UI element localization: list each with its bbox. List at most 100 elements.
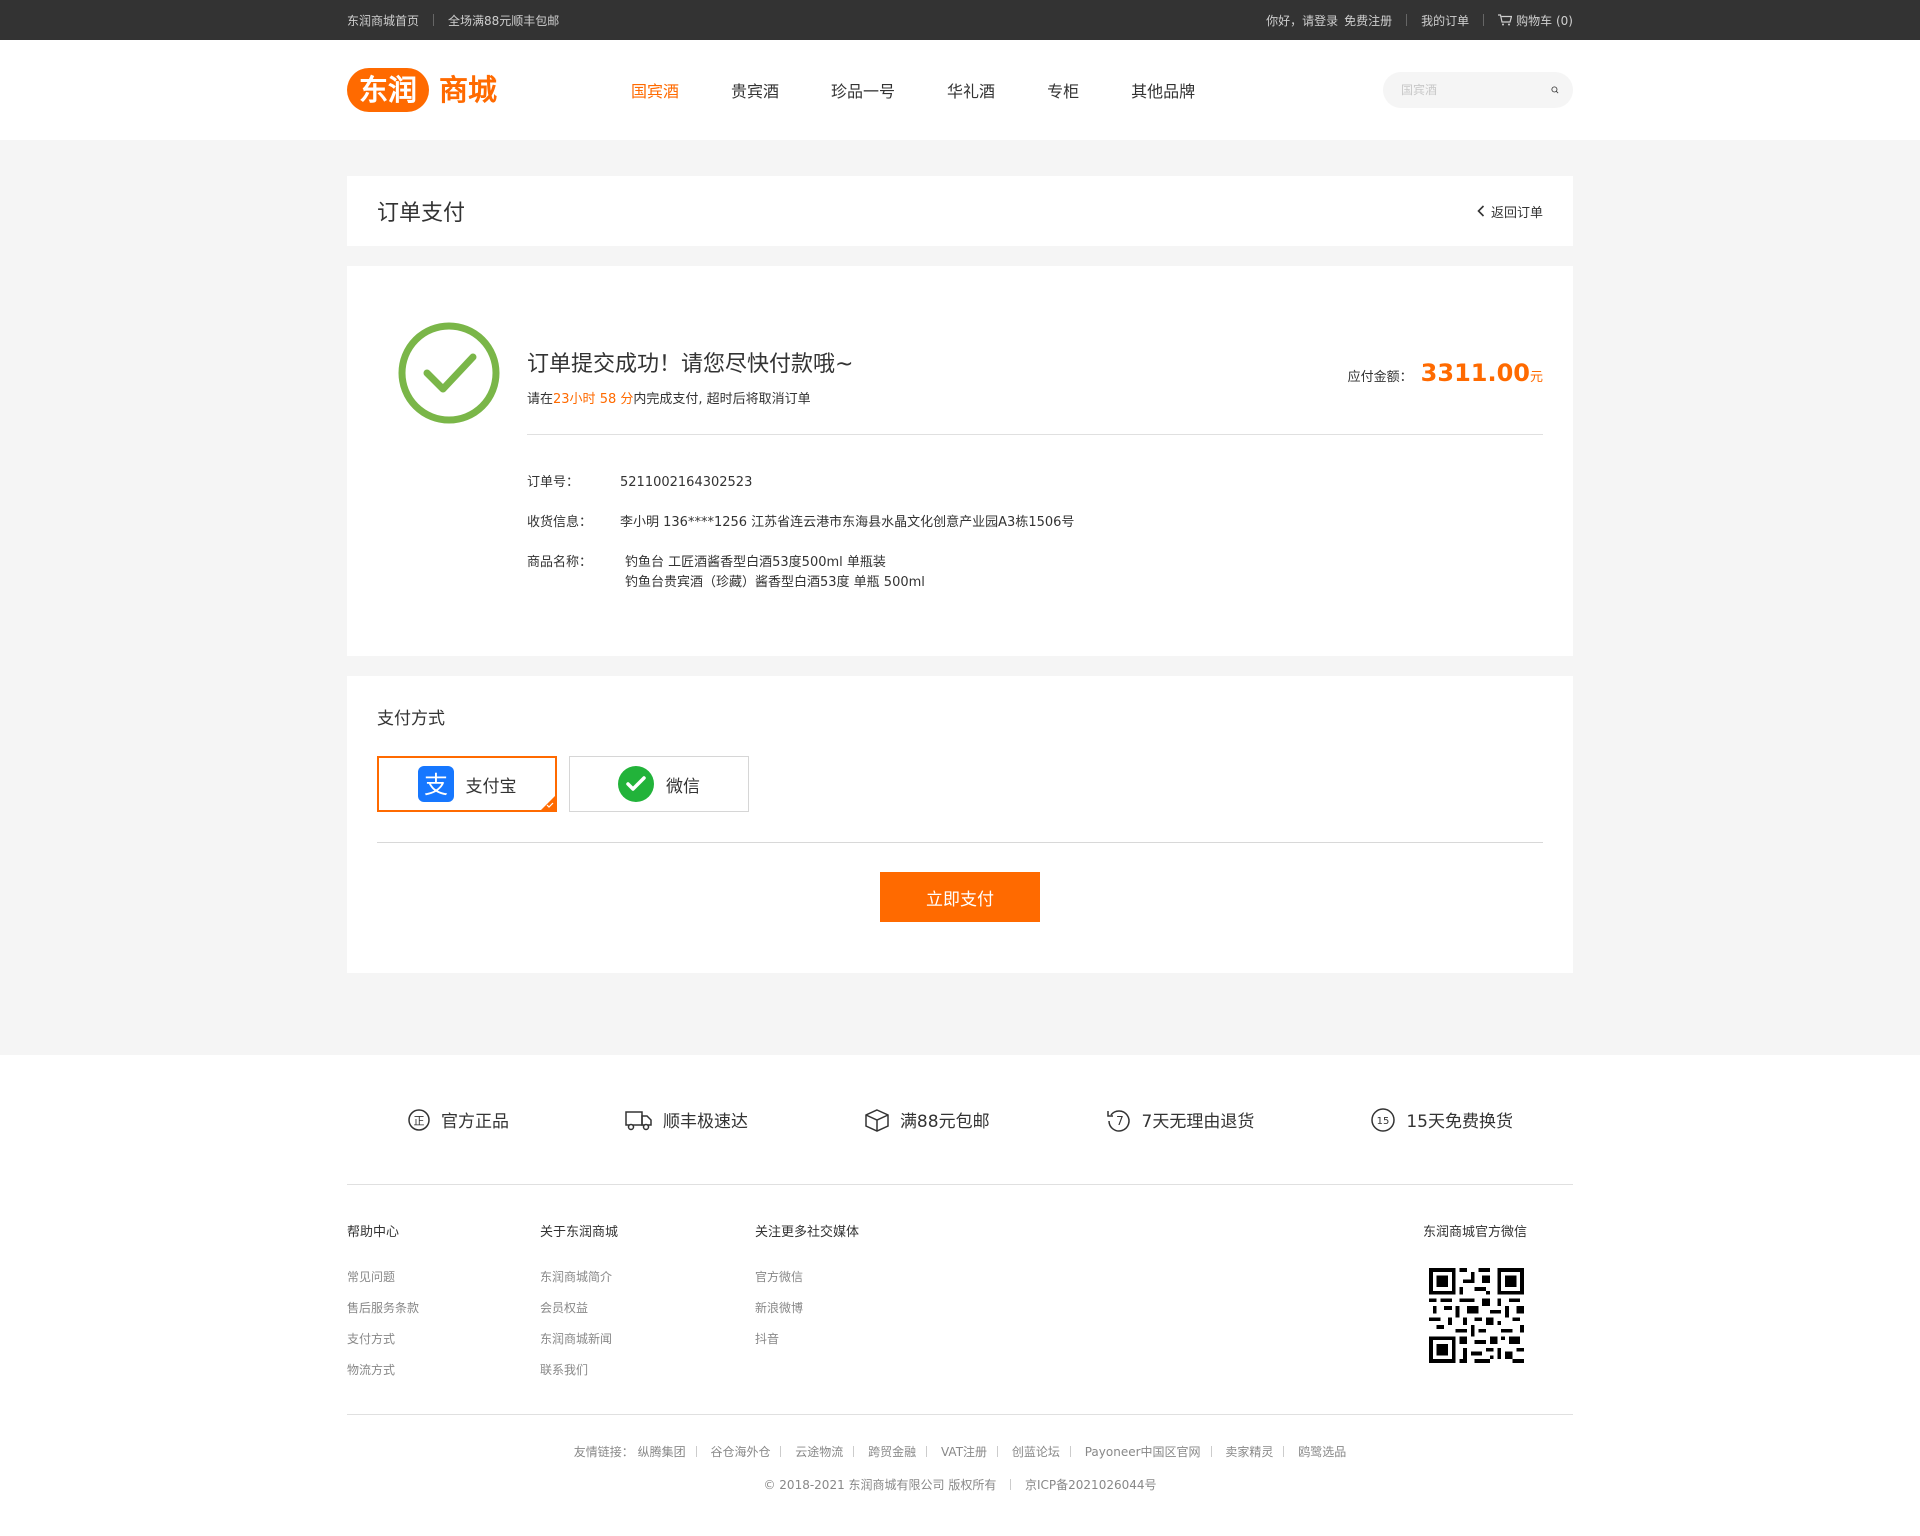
footer-link[interactable]: 新浪微博 [755,1299,1055,1316]
nav-other-brands[interactable]: 其他品牌 [1131,78,1195,102]
logo-text-1: 东润 [359,73,417,107]
footer-link[interactable]: 售后服务条款 [347,1299,540,1316]
payment-methods: 支 支付宝 微信 [377,756,749,812]
alipay-label: 支付宝 [465,776,517,797]
divider [1483,14,1485,26]
friend-link[interactable]: 云途物流 [795,1445,843,1459]
svg-text:支: 支 [424,771,448,799]
search-icon[interactable] [1551,83,1559,97]
search-input[interactable] [1401,83,1551,97]
nav-zhuangui[interactable]: 专柜 [1047,78,1079,102]
friend-link[interactable]: 谷仓海外仓 [710,1445,770,1459]
copyright-text: © 2018-2021 东润商城有限公司 版权所有 [763,1478,997,1492]
goods-item: 钓鱼台贵宾酒（珍藏）酱香型白酒53度 单瓶 500ml [625,575,925,590]
wechat-icon [618,766,654,802]
svg-text:7: 7 [1116,1114,1124,1128]
footer-link[interactable]: 官方微信 [755,1268,1055,1285]
friend-links-label: 友情链接： [573,1445,634,1459]
countdown-suffix: 内完成支付, 超时后将取消订单 [633,392,811,407]
check-icon [546,802,554,808]
goods-label: 商品名称： [527,555,593,570]
amount-value: 3311.00 [1420,359,1530,387]
column-title: 帮助中心 [347,1225,400,1240]
wechat-pay-option[interactable]: 微信 [569,756,749,812]
footer-link[interactable]: 支付方式 [347,1330,540,1347]
register-link[interactable]: 免费注册 [1344,12,1392,29]
guarantee-label: 满88元包邮 [899,1112,990,1132]
back-label: 返回订单 [1490,205,1543,221]
return-7-icon: 7 [1106,1109,1130,1132]
order-panel: 订单提交成功！请您尽快付款哦~ 请在23小时 58 分内完成支付, 超时后将取消… [347,266,1573,656]
dongrun-logo[interactable]: 东润 商城 [347,65,507,115]
guarantee-label: 官方正品 [441,1112,509,1132]
cart-icon [1498,14,1513,26]
cart-link[interactable]: 购物车 (0) [1498,12,1573,29]
column-title: 关于东润商城 [540,1225,619,1240]
friend-links: 友情链接： 纵腾集团 谷仓海外仓 云途物流 跨贸金融 VAT注册 创蓝论坛 Pa… [347,1415,1573,1460]
friend-link[interactable]: 跨贸金融 [868,1445,916,1459]
footer-link[interactable]: 东润商城简介 [540,1268,755,1285]
login-link[interactable]: 你好，请登录 [1266,12,1338,29]
friend-link[interactable]: Payoneer中国区官网 [1085,1445,1201,1459]
friend-link[interactable]: 创蓝论坛 [1012,1445,1060,1459]
address-label: 收货信息： [527,515,593,530]
social-column: 关注更多社交媒体 官方微信 新浪微博 抖音 [755,1221,1055,1414]
my-orders-link[interactable]: 我的订单 [1421,12,1469,29]
order-number-label: 订单号： [527,475,580,490]
divider [926,1446,928,1457]
guarantee-label: 15天免费换货 [1406,1112,1513,1132]
footer-link[interactable]: 东润商城新闻 [540,1330,755,1347]
pay-now-button[interactable]: 立即支付 [880,872,1040,922]
address-value: 李小明 136****1256 江苏省连云港市东海县水晶文化创意产业园A3栋15… [620,515,1075,530]
footer-link[interactable]: 会员权益 [540,1299,755,1316]
page-title: 订单支付 [377,201,466,226]
divider [853,1446,855,1457]
footer-link[interactable]: 抖音 [755,1330,1055,1347]
friend-link[interactable]: 鸥鹭选品 [1298,1445,1346,1459]
order-status: 订单提交成功！请您尽快付款哦~ 请在23小时 58 分内完成支付, 超时后将取消… [527,346,853,407]
friend-link[interactable]: VAT注册 [941,1445,987,1459]
payment-panel: 支付方式 支 支付宝 微信 立即支付 [347,676,1573,973]
truck-icon [625,1110,652,1130]
official-wechat: 东润商城官方微信 [1423,1221,1527,1367]
divider [1210,1446,1212,1457]
search-box [1383,72,1573,108]
chevron-left-icon [1477,205,1485,217]
back-to-order-link[interactable]: 返回订单 [1477,202,1543,221]
alipay-icon: 支 [417,766,454,802]
nav-guobin[interactable]: 国宾酒 [631,78,679,102]
success-check-icon [398,322,500,424]
svg-text:正: 正 [414,1114,425,1127]
footer-link[interactable]: 常见问题 [347,1268,540,1285]
divider [433,14,435,26]
service-guarantees: 正 官方正品 顺丰极速达 满88元包邮 7 7天无理由退货 15 15天免费换货 [347,1055,1573,1185]
amount-due: 应付金额： 3311.00 元 [1348,359,1543,387]
divider [997,1446,999,1457]
divider [695,1446,697,1457]
divider [1406,14,1408,26]
icp-link[interactable]: 京ICP备2021026044号 [1025,1478,1157,1492]
success-message: 订单提交成功！请您尽快付款哦~ [527,352,854,377]
guarantee-item: 15 15天免费换货 [1370,1107,1513,1133]
nav-huali[interactable]: 华礼酒 [947,78,995,102]
home-link[interactable]: 东润商城首页 [347,12,419,29]
genuine-icon: 正 [408,1108,430,1131]
column-title: 关注更多社交媒体 [755,1225,860,1240]
guarantee-item: 满88元包邮 [864,1107,990,1132]
nav-guibin[interactable]: 贵宾酒 [731,78,779,102]
footer-link[interactable]: 物流方式 [347,1361,540,1378]
countdown-prefix: 请在 [527,392,554,407]
free-shipping-notice: 全场满88元顺丰包邮 [448,13,560,28]
friend-link[interactable]: 纵腾集团 [638,1445,686,1459]
footer-link[interactable]: 联系我们 [540,1361,755,1378]
help-center-column: 帮助中心 常见问题 售后服务条款 支付方式 物流方式 [347,1221,540,1414]
friend-link[interactable]: 卖家精灵 [1225,1445,1273,1459]
wechat-label: 微信 [666,776,700,797]
nav-zhenpin[interactable]: 珍品一号 [831,78,895,102]
main-nav: 国宾酒 贵宾酒 珍品一号 华礼酒 专柜 其他品牌 [631,78,1247,102]
top-bar: 东润商城首页 全场满88元顺丰包邮 你好，请登录 免费注册 我的订单 购物车 (… [0,0,1920,40]
main-content: 订单支付 返回订单 订单提交成功！请您尽快付款哦~ 请在23小时 58 分内完成… [0,140,1920,1055]
amount-label: 应付金额： [1347,370,1413,385]
alipay-option[interactable]: 支 支付宝 [377,756,557,812]
countdown-time: 23小时 58 分 [553,392,634,407]
